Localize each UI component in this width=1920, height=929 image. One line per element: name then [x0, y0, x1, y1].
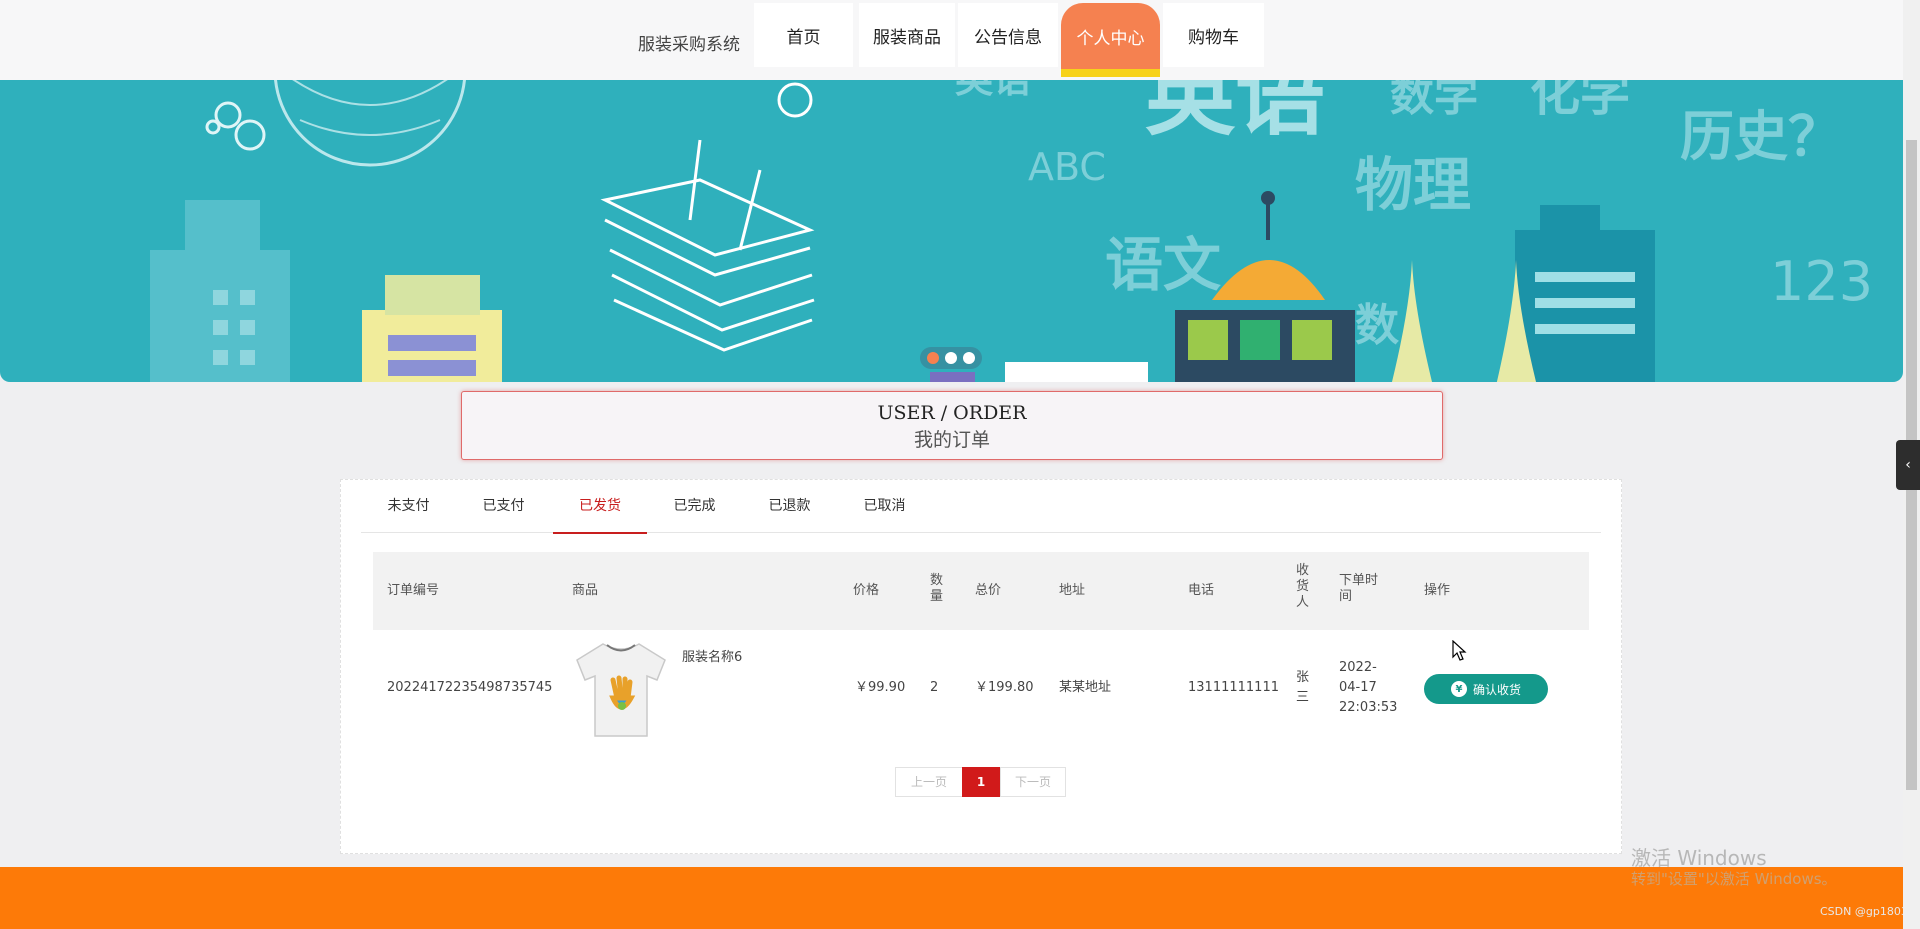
nav-personal-center[interactable]: 个人中心: [1061, 3, 1160, 77]
section-title-en: USER / ORDER: [877, 402, 1027, 424]
order-price: ￥99.90: [855, 680, 906, 695]
col-order-time-line: 间: [1339, 589, 1353, 604]
confirm-receipt-button[interactable]: ¥ 确认收货: [1424, 674, 1548, 704]
order-qty: 2: [930, 680, 939, 695]
col-receiver-line: 货: [1296, 579, 1310, 594]
col-address: 地址: [1059, 583, 1086, 598]
banner-word: 语文: [1105, 231, 1221, 299]
order-time-line: 2022-: [1339, 660, 1377, 675]
banner-word: 英语: [955, 80, 1031, 101]
carousel-indicators[interactable]: [920, 347, 982, 369]
banner-word: 123: [1770, 250, 1873, 313]
yen-icon: ¥: [1450, 681, 1467, 697]
section-title-box: USER / ORDER 我的订单: [461, 391, 1443, 460]
col-product: 商品: [572, 583, 599, 598]
site-title: 服装采购系统: [638, 35, 740, 55]
nav-home[interactable]: 首页: [754, 3, 853, 67]
windows-activation-hint: 转到"设置"以激活 Windows。: [1631, 870, 1837, 888]
col-receiver-line: 收: [1296, 563, 1310, 578]
col-order-time: 下单时 间: [1339, 573, 1378, 605]
csdn-watermark: CSDN @gp1803: [1820, 905, 1908, 918]
carousel-dot[interactable]: [945, 352, 957, 364]
section-title-cn: 我的订单: [913, 429, 990, 451]
col-price: 价格: [853, 583, 880, 598]
tab-unpaid[interactable]: 未支付: [361, 480, 456, 532]
tab-refunded[interactable]: 已退款: [742, 480, 837, 532]
order-receiver-line: 三: [1296, 690, 1310, 705]
banner-carousel[interactable]: 英语 英语 数学 化学 历史？ ABC 物理 语文 数 123: [0, 80, 1903, 382]
footer-bar: [0, 867, 1903, 929]
product-name[interactable]: 服装名称6: [682, 648, 742, 668]
col-qty-line: 数: [930, 573, 944, 588]
order-address: 某某地址: [1059, 680, 1112, 695]
order-time-line: 22:03:53: [1339, 700, 1398, 715]
tab-cancelled[interactable]: 已取消: [837, 480, 932, 532]
next-page-button[interactable]: 下一页: [1000, 767, 1066, 797]
col-qty-line: 量: [930, 589, 944, 604]
nav-clothing-products[interactable]: 服装商品: [859, 3, 955, 67]
order-receiver: 张 三: [1296, 668, 1309, 708]
order-phone: 13111111111: [1188, 680, 1279, 695]
windows-activation-watermark: 激活 Windows: [1631, 846, 1767, 870]
nav-announcements[interactable]: 公告信息: [958, 3, 1058, 67]
mouse-cursor-icon: [1452, 640, 1467, 661]
product-thumbnail[interactable]: [573, 638, 669, 738]
col-order-no: 订单编号: [387, 583, 440, 598]
order-time: 2022- 04-17 22:03:53: [1339, 658, 1397, 718]
banner-word: 历史？: [1680, 105, 1842, 168]
col-qty: 数 量: [930, 573, 943, 605]
col-order-time-line: 下单时: [1339, 573, 1379, 588]
col-receiver-line: 人: [1296, 595, 1310, 610]
tab-shipped[interactable]: 已发货: [553, 480, 647, 534]
banner-word: 化学: [1530, 80, 1630, 122]
order-receiver-line: 张: [1296, 670, 1310, 685]
carousel-dot[interactable]: [927, 352, 939, 364]
order-status-tabs: 未支付 已支付 已发货 已完成 已退款 已取消: [361, 480, 1601, 534]
confirm-receipt-label: 确认收货: [1472, 682, 1521, 697]
order-no: 20224172235498735745: [387, 680, 553, 695]
banner-word: 英语: [1145, 80, 1325, 148]
banner-word: 数: [1355, 300, 1399, 351]
col-phone: 电话: [1188, 583, 1215, 598]
col-action: 操作: [1424, 583, 1451, 598]
nav-cart[interactable]: 购物车: [1163, 3, 1264, 67]
banner-illustration: 英语 英语 数学 化学 历史？ ABC 物理 语文 数 123: [150, 80, 1873, 382]
banner-word: ABC: [1028, 145, 1106, 189]
tab-paid[interactable]: 已支付: [456, 480, 551, 532]
page-1-button[interactable]: 1: [962, 767, 1000, 797]
order-panel: 未支付 已支付 已发货 已完成 已退款 已取消 订单编号 商品 价格 数 量 总…: [340, 479, 1622, 854]
banner-word: 数学: [1390, 80, 1478, 121]
chevron-left-icon: ‹: [1905, 457, 1911, 473]
banner-word: 物理: [1355, 151, 1471, 219]
side-panel-toggle[interactable]: ‹: [1896, 440, 1920, 490]
order-time-line: 04-17: [1339, 680, 1377, 695]
col-receiver: 收 货 人: [1296, 563, 1309, 611]
top-navbar: 服装采购系统 首页 服装商品 公告信息 个人中心 购物车: [0, 0, 1903, 80]
order-total: ￥199.80: [975, 680, 1034, 695]
prev-page-button[interactable]: 上一页: [895, 767, 963, 797]
carousel-dot[interactable]: [963, 352, 975, 364]
tab-completed[interactable]: 已完成: [647, 480, 742, 532]
col-total: 总价: [975, 583, 1002, 598]
